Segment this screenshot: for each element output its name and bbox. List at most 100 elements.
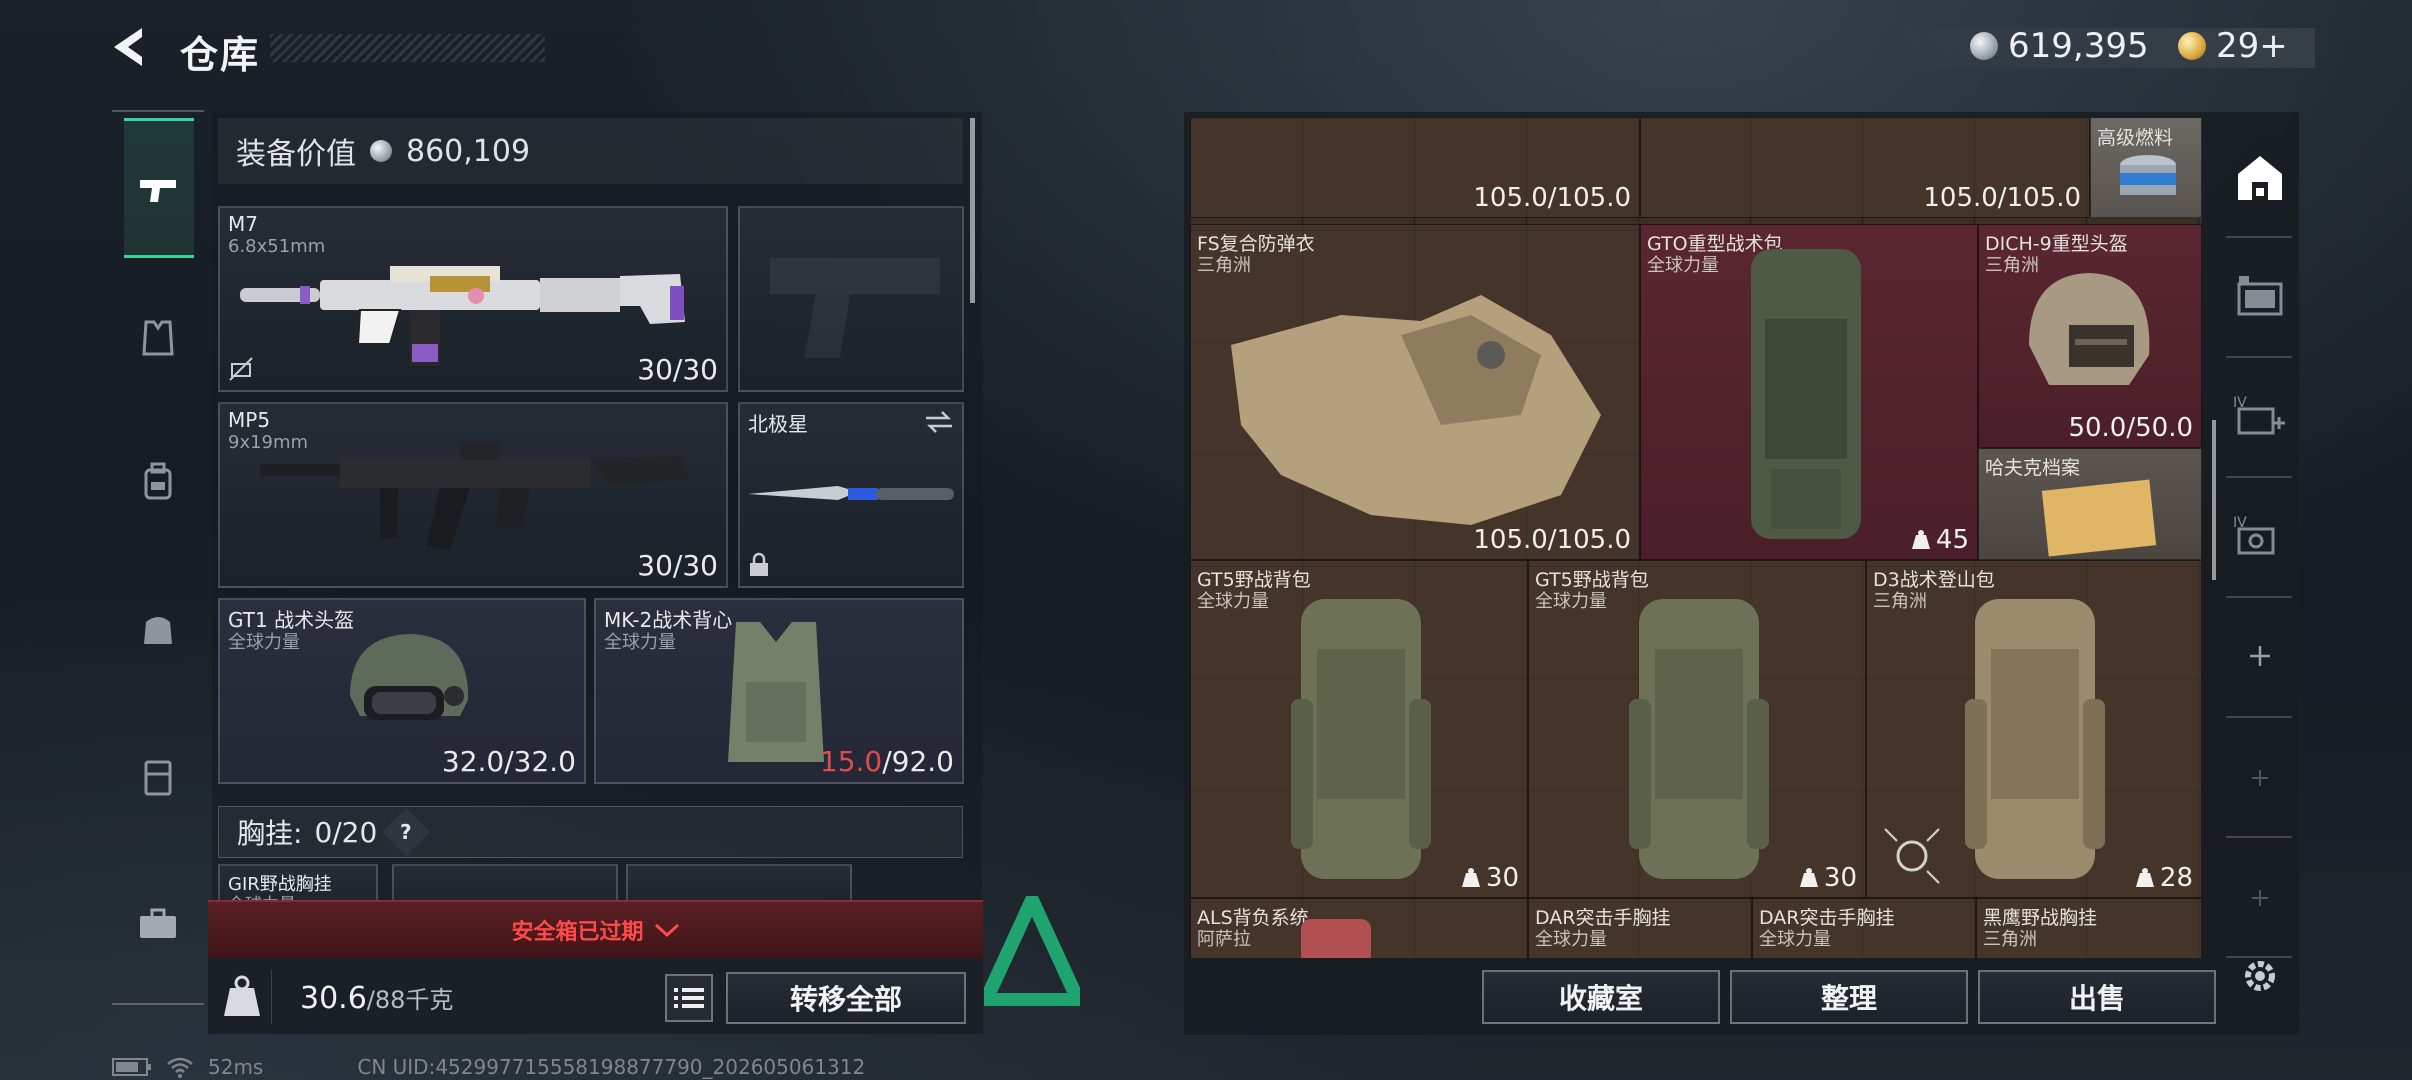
chevron-down-icon — [654, 923, 679, 938]
add-storage-button[interactable] — [2232, 750, 2288, 806]
melee-name: 北极星 — [748, 412, 808, 436]
item-faction: 全球力量 — [1759, 929, 1831, 950]
heavy-helmet-image — [2029, 273, 2150, 385]
ammo-count: 30/30 — [637, 353, 718, 386]
chest-rig-label: 胸挂: — [237, 817, 303, 850]
slot-helmet[interactable]: GT1 战术头盔 全球力量 32.0/32.0 — [218, 598, 586, 784]
tab-storage-3[interactable]: IV — [2232, 388, 2288, 444]
add-storage-button[interactable] — [2232, 628, 2288, 684]
warehouse-scrollbar[interactable] — [2212, 420, 2216, 580]
warehouse-item[interactable]: DICH-9重型头盔 三角洲 50.0/50.0 — [1978, 224, 2202, 448]
item-name: 哈夫克档案 — [1985, 457, 2081, 479]
wifi-icon — [167, 1057, 193, 1078]
list-view-button[interactable] — [665, 974, 713, 1022]
silver-coin-icon — [370, 140, 392, 162]
status-bar: 52ms CN UID:452997715558198877790_202605… — [112, 1055, 865, 1079]
item-durability: 105.0/105.0 — [1923, 183, 2081, 213]
warehouse-item[interactable]: 黑鹰野战胸挂 三角洲 — [1976, 898, 2202, 958]
tab-storage-4[interactable]: IV — [2232, 508, 2288, 564]
ammo-count: 30/30 — [637, 549, 718, 582]
warehouse-item[interactable]: DAR突击手胸挂 全球力量 — [1752, 898, 1976, 958]
warehouse-item[interactable]: D3战术登山包 三角洲 28 — [1866, 560, 2202, 898]
silver-currency[interactable]: 619,395 — [1970, 26, 2149, 66]
weapon-name: MP5 — [228, 408, 271, 432]
item-faction: 全球力量 — [1647, 255, 1719, 276]
case-icon — [144, 760, 172, 796]
armor-faction: 全球力量 — [604, 632, 676, 653]
helmet-faction: 全球力量 — [228, 632, 300, 653]
slot-melee[interactable]: 北极星 — [738, 402, 964, 588]
armor-icon — [142, 320, 174, 356]
help-button[interactable]: ? — [382, 807, 431, 857]
capacity-icon — [1799, 868, 1818, 887]
slot-secondary-weapon[interactable]: MP5 9x19mm 30/30 — [218, 402, 728, 588]
knife-image — [748, 486, 954, 500]
slot-primary-weapon[interactable]: M7 6.8x51mm 30/30 — [218, 206, 728, 392]
toolbox-icon — [140, 908, 176, 938]
nav-case[interactable] — [136, 754, 180, 798]
home-icon — [2238, 156, 2282, 200]
warehouse-item[interactable]: 105.0/105.0 — [1640, 118, 2090, 218]
item-capacity: 30 — [1460, 863, 1519, 893]
vest-image — [728, 622, 824, 762]
backpack-image — [1629, 599, 1769, 879]
document-image — [2041, 479, 2157, 557]
nav-toolbox[interactable] — [136, 902, 180, 946]
back-button[interactable] — [108, 24, 154, 70]
silver-amount: 619,395 — [2008, 26, 2149, 66]
item-durability: 105.0/105.0 — [1473, 525, 1631, 555]
tab-main-storage[interactable] — [2232, 150, 2288, 206]
warehouse-item[interactable]: FS复合防弹衣 三角洲 105.0/105.0 — [1190, 224, 1640, 560]
loadout-scrollbar[interactable] — [970, 118, 975, 303]
storage-plus-icon: IV — [2233, 395, 2285, 435]
equipment-value-bar: 装备价值 860,109 — [218, 118, 963, 184]
item-faction: 三角洲 — [1197, 255, 1251, 276]
value-label: 装备价值 — [236, 137, 356, 172]
warehouse-item[interactable]: 105.0/105.0 — [1190, 118, 1640, 218]
user-uid: CN UID:452997715558198877790_20260506131… — [357, 1055, 866, 1079]
chest-rig-capacity: 0/20 — [314, 815, 378, 849]
gold-currency[interactable]: 29+ — [2178, 26, 2288, 66]
transfer-all-button[interactable]: 转移全部 — [726, 972, 966, 1024]
gold-amount: 29+ — [2216, 26, 2288, 66]
collection-room-button[interactable]: 收藏室 — [1482, 970, 1720, 1024]
fuel-can-image — [2120, 155, 2176, 195]
tab-storage-2[interactable] — [2232, 268, 2288, 324]
organize-button[interactable]: 整理 — [1730, 970, 1968, 1024]
swap-icon[interactable] — [924, 410, 954, 434]
slot-armor[interactable]: MK-2战术背心 全球力量 15.0/92.0 — [594, 598, 964, 784]
carry-weight: 30.6/88千克 — [300, 980, 453, 1016]
nav-backpack[interactable] — [136, 460, 180, 504]
backpack-image — [1291, 599, 1431, 879]
silver-coin-icon — [1970, 32, 1998, 60]
slot-pistol[interactable] — [738, 206, 964, 392]
settings-button[interactable] — [2232, 948, 2288, 1004]
item-faction: 全球力量 — [1197, 591, 1269, 612]
capacity-icon — [1461, 868, 1480, 887]
gun-icon — [140, 180, 176, 202]
item-capacity: 28 — [2134, 863, 2193, 893]
warehouse-item[interactable]: GT5野战背包 全球力量 30 — [1190, 560, 1528, 898]
warehouse-item[interactable]: GTO重型战术包 全球力量 45 — [1640, 224, 1978, 560]
capacity-icon — [1911, 530, 1930, 549]
backpack-icon — [144, 462, 172, 500]
delta-logo — [984, 896, 1080, 1006]
sell-button[interactable]: 出售 — [1978, 970, 2216, 1024]
warehouse-item[interactable]: 高级燃料 — [2090, 118, 2202, 218]
warehouse-item[interactable]: ALS背负系统 阿萨拉 — [1190, 898, 1528, 958]
storage-lock-icon: IV — [2233, 515, 2275, 555]
plus-icon — [2252, 770, 2268, 786]
warehouse-item[interactable]: 哈夫克档案 — [1978, 448, 2202, 560]
warehouse-item[interactable]: GT5野战背包 全球力量 30 — [1528, 560, 1866, 898]
safe-box-expired-banner[interactable]: 安全箱已过期 — [208, 900, 983, 958]
add-storage-button[interactable] — [2232, 870, 2288, 926]
storage-icon — [2237, 276, 2283, 316]
nav-weapons[interactable] — [136, 168, 180, 212]
capacity-icon — [2135, 868, 2154, 887]
item-faction: 三角洲 — [1873, 591, 1927, 612]
weight-icon — [222, 970, 272, 1024]
nav-bag[interactable] — [136, 606, 180, 650]
nav-armor[interactable] — [136, 316, 180, 360]
warehouse-item[interactable]: DAR突击手胸挂 全球力量 — [1528, 898, 1752, 958]
chest-rig-bar: 胸挂: 0/20 ? — [218, 806, 963, 858]
